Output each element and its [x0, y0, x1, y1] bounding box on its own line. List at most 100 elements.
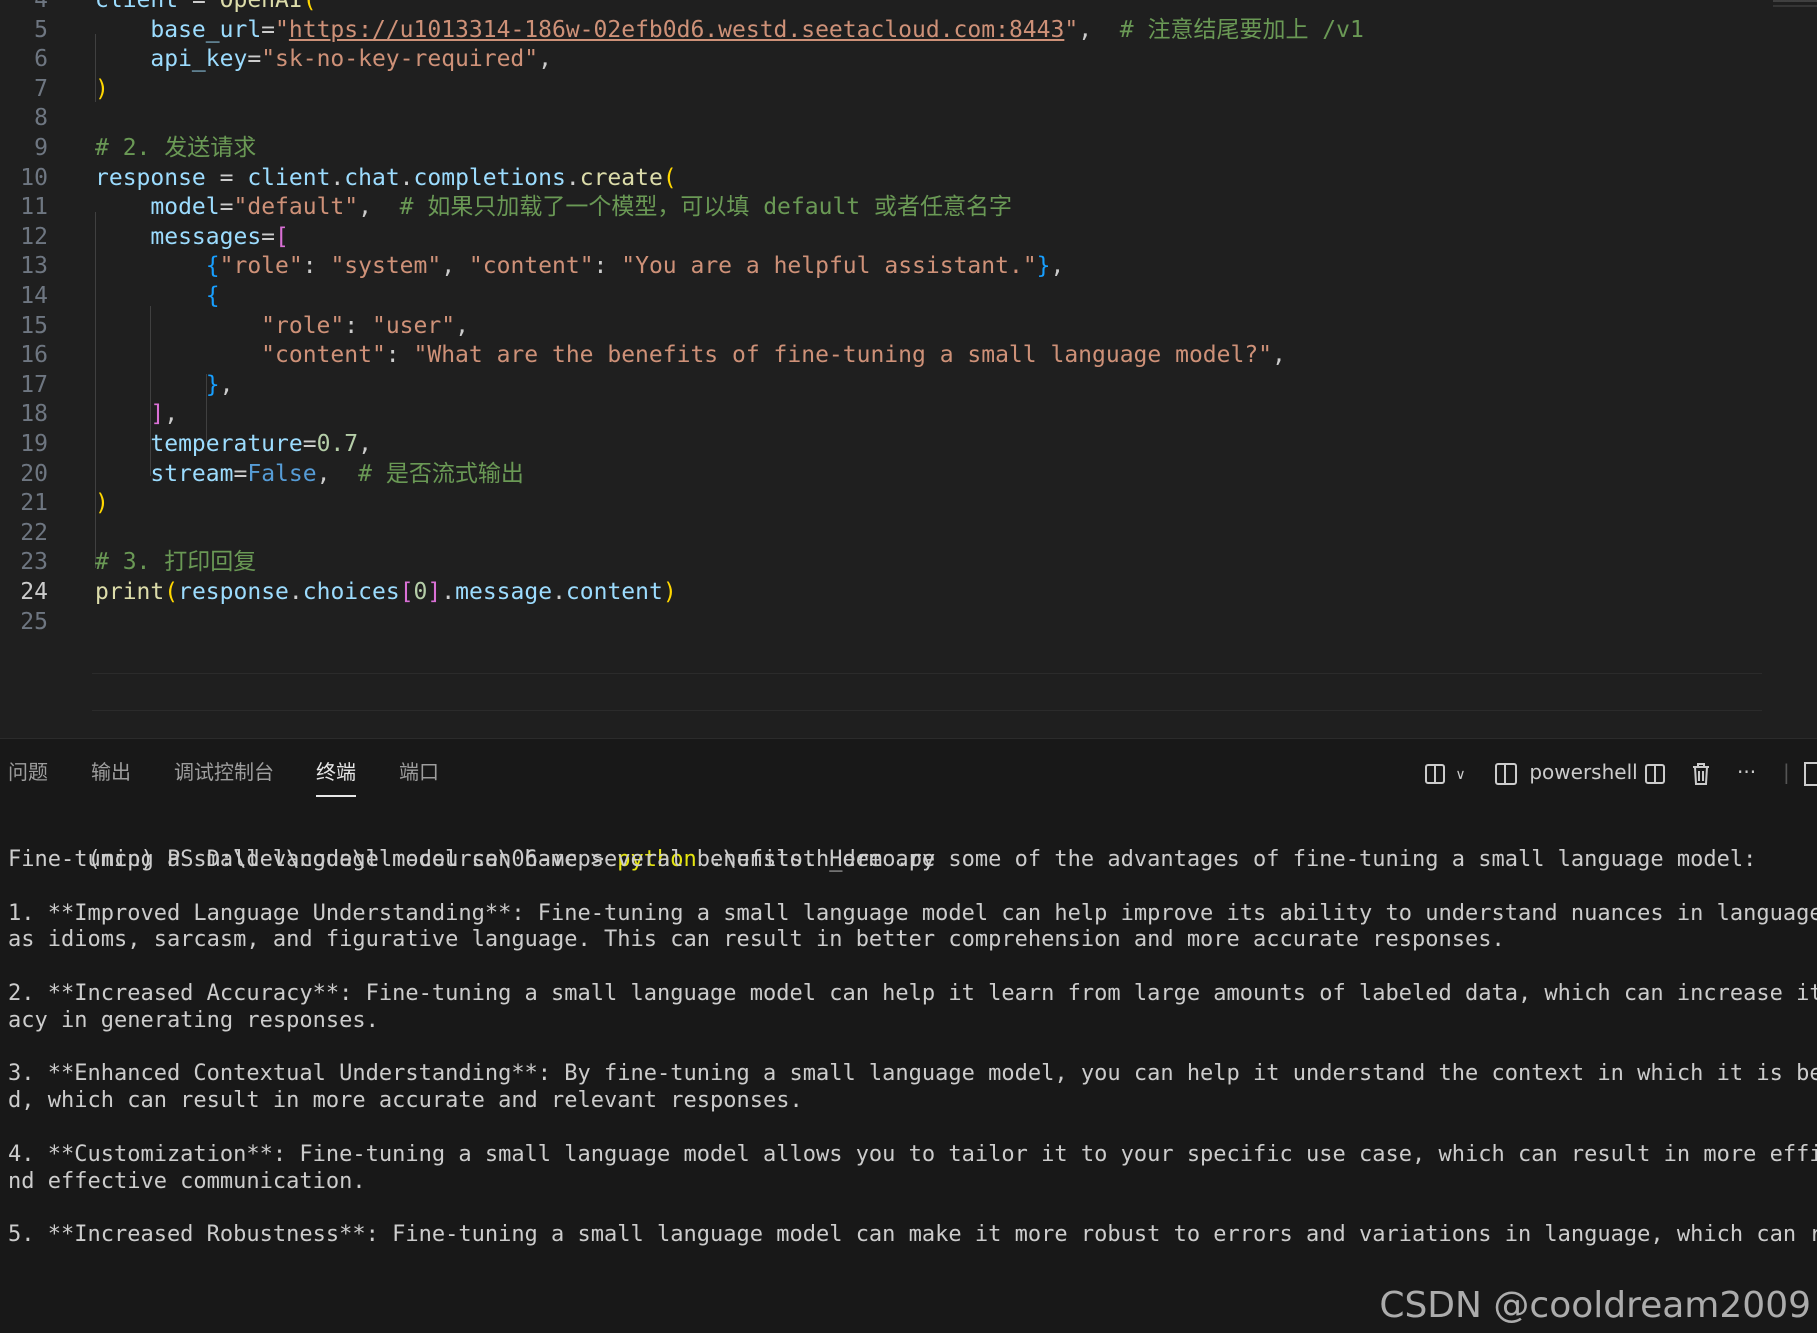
code-token: {	[205, 283, 220, 309]
code-token: ,	[316, 460, 359, 487]
code-token: ,	[164, 401, 179, 428]
tab-output[interactable]: 输出	[91, 757, 131, 787]
maximize-panel-button[interactable]	[1804, 757, 1817, 787]
code-token: # 如果只加载了一个模型，可以填 default 或者任意名字	[399, 194, 1012, 221]
new-terminal-split-button[interactable]: ∨	[1425, 757, 1466, 787]
code-token: =	[261, 16, 276, 43]
code-token: =	[261, 223, 276, 250]
code-token: 0.7	[316, 431, 359, 457]
shell-name: powershell	[1529, 760, 1638, 784]
code-token: ]	[427, 579, 442, 605]
maximize-icon	[1804, 761, 1817, 786]
code-token: temperature	[150, 431, 303, 457]
code-line[interactable]: 25	[0, 605, 1817, 639]
code-token: messages	[150, 223, 262, 250]
code-token: ,	[219, 371, 234, 398]
code-token: # 是否流式输出	[358, 460, 524, 487]
code-token: "content"	[261, 342, 386, 369]
code-token: 0	[413, 579, 428, 605]
code-token: "system"	[330, 253, 442, 280]
code-token: .	[330, 164, 345, 191]
code-token: message	[455, 579, 553, 605]
tab-problems[interactable]: 问题	[8, 757, 48, 787]
code-token: (	[164, 579, 179, 605]
code-token: ,	[1272, 342, 1286, 369]
code-token: "role"	[261, 312, 345, 339]
tab-debug-console[interactable]: 调试控制台	[174, 757, 274, 787]
trash-icon	[1693, 762, 1709, 785]
terminal-output-line: nd effective communication.	[8, 1168, 366, 1194]
code-token: }	[1036, 253, 1051, 280]
code-token: False	[247, 460, 317, 487]
code-token: "content"	[468, 253, 594, 280]
code-token: :	[344, 312, 372, 339]
code-token: "What are the benefits of fine-tuning a …	[413, 342, 1273, 369]
code-token: }	[205, 371, 220, 398]
code-token: "default"	[233, 194, 359, 221]
code-token: ,	[441, 253, 469, 280]
panel-divider: |	[1783, 760, 1790, 784]
watermark: CSDN @cooldream2009	[1379, 1285, 1811, 1326]
code-token: # 注意结尾要加上 /v1	[1119, 16, 1364, 43]
code-token: "	[1064, 16, 1079, 43]
more-actions-button[interactable]: ···	[1737, 757, 1756, 787]
terminal-view[interactable]: (mcp) PS D:\dev\code\llm-course\06-mcp> …	[0, 805, 1817, 1333]
split-terminal-button[interactable]	[1645, 757, 1665, 787]
code-token: (	[302, 0, 317, 13]
code-token: "user"	[371, 312, 456, 339]
code-token: :	[385, 342, 414, 369]
code-token: ,	[538, 46, 552, 73]
code-token: .	[565, 164, 580, 191]
code-token: {	[205, 253, 220, 280]
code-token: print	[95, 579, 165, 605]
code-token: )	[95, 75, 109, 102]
code-token: "role"	[219, 253, 303, 280]
code-token: )	[95, 490, 109, 517]
code-token: client	[95, 0, 179, 13]
code-token: =	[219, 194, 234, 221]
code-token: stream	[150, 460, 234, 487]
code-token: [	[275, 223, 289, 250]
code-token: base_url	[150, 16, 262, 43]
code-token: =	[233, 460, 248, 487]
code-token: ,	[1078, 16, 1120, 43]
code-token: ,	[358, 194, 400, 221]
code-token[interactable]: https://u1013314-186w-02efb0d6.westd.see…	[289, 17, 1064, 43]
terminal-output-line: d, which can result in more accurate and…	[8, 1088, 803, 1114]
code-editor[interactable]: 4 client = OpenAI(5 base_url="https://u10…	[0, 0, 1817, 738]
tab-ports[interactable]: 端口	[399, 757, 439, 787]
code-token: .	[288, 579, 303, 605]
code-token: completions	[413, 164, 566, 191]
current-line-highlight	[92, 673, 1762, 711]
code-token: [	[399, 579, 414, 605]
bottom-panel: 问题 输出 调试控制台 终端 端口 ∨ powershell ··· | (mc…	[0, 738, 1817, 1333]
code-token: .	[552, 579, 566, 605]
split-terminal-icon	[1425, 763, 1445, 784]
kill-terminal-button[interactable]	[1690, 757, 1712, 787]
code-token: # 3. 打印回复	[95, 549, 257, 576]
split-icon	[1645, 763, 1665, 784]
code-token: "	[275, 16, 289, 43]
code-token: # 2. 发送请求	[95, 135, 257, 161]
code-token: =	[178, 0, 220, 13]
code-token: .	[441, 579, 456, 605]
code-token: "sk-no-key-required"	[261, 46, 539, 73]
tab-terminal[interactable]: 终端	[316, 757, 356, 797]
terminal-output-line: Fine-tuning a small language model can h…	[8, 847, 1757, 872]
code-token: :	[302, 253, 331, 280]
code-token: create	[579, 164, 663, 191]
code-token: (	[662, 164, 677, 191]
code-token: ,	[358, 431, 372, 457]
terminal-output-line: acy in generating responses.	[8, 1007, 379, 1033]
terminal-shell-selector[interactable]: powershell	[1495, 757, 1638, 787]
code-token: .	[399, 164, 414, 191]
chevron-down-icon: ∨	[1455, 767, 1466, 783]
